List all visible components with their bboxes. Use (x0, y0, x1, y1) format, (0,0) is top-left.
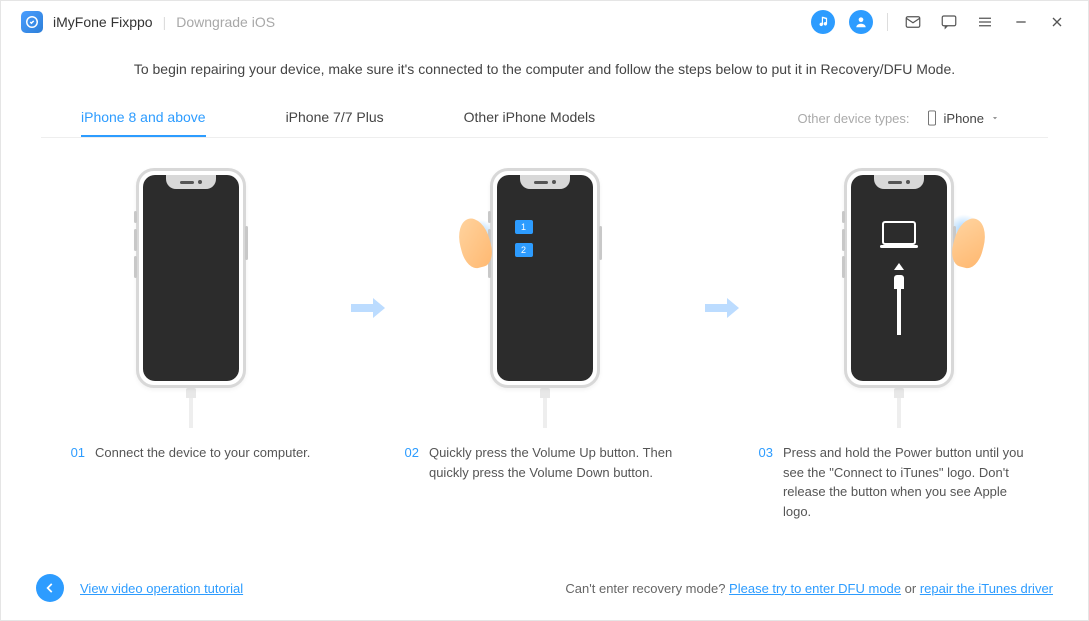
connect-itunes-icon (851, 175, 947, 381)
badge-2: 2 (515, 243, 533, 257)
help-text: Can't enter recovery mode? (565, 581, 729, 596)
mail-icon[interactable] (902, 11, 924, 33)
user-account-icon[interactable] (849, 10, 873, 34)
cable-icon (894, 388, 904, 428)
phone-illustration: 1 2 (490, 168, 600, 388)
arrow-right-icon (705, 298, 739, 318)
steps-container: 01 Connect the device to your computer. … (1, 138, 1088, 531)
chevron-down-icon (990, 113, 1000, 123)
app-name: iMyFone Fixppo (53, 14, 153, 30)
header-separator (887, 13, 888, 31)
step-number: 01 (71, 443, 85, 463)
menu-icon[interactable] (974, 11, 996, 33)
dfu-mode-link[interactable]: Please try to enter DFU mode (729, 581, 901, 596)
step-1: 01 Connect the device to your computer. (51, 168, 331, 463)
cable-icon (186, 388, 196, 428)
close-icon[interactable] (1046, 11, 1068, 33)
badge-1: 1 (515, 220, 533, 234)
video-tutorial-link[interactable]: View video operation tutorial (80, 581, 243, 596)
header-subtitle: Downgrade iOS (176, 14, 275, 30)
phone-illustration (844, 168, 954, 388)
instruction-text: To begin repairing your device, make sur… (1, 43, 1088, 99)
repair-driver-link[interactable]: repair the iTunes driver (920, 581, 1053, 596)
step-description: Connect the device to your computer. (95, 443, 310, 463)
cable-icon (540, 388, 550, 428)
phone-illustration (136, 168, 246, 388)
device-tabs: iPhone 8 and above iPhone 7/7 Plus Other… (41, 99, 1048, 138)
device-type-select[interactable]: iPhone (918, 106, 1008, 130)
feedback-icon[interactable] (938, 11, 960, 33)
phone-icon (926, 110, 938, 126)
step-2: 1 2 02 Quickly press the Volume Up butto… (405, 168, 685, 482)
app-logo-icon (21, 11, 43, 33)
back-button[interactable] (36, 574, 64, 602)
step-description: Quickly press the Volume Up button. Then… (429, 443, 685, 482)
arrow-right-icon (351, 298, 385, 318)
minimize-icon[interactable] (1010, 11, 1032, 33)
tab-iphone7[interactable]: iPhone 7/7 Plus (286, 99, 384, 137)
footer: View video operation tutorial Can't ente… (1, 556, 1088, 620)
step-3: 03 Press and hold the Power button until… (759, 168, 1039, 521)
tab-other-iphone[interactable]: Other iPhone Models (464, 99, 596, 137)
music-note-icon[interactable] (811, 10, 835, 34)
app-header: iMyFone Fixppo | Downgrade iOS (1, 1, 1088, 43)
step-number: 03 (759, 443, 773, 521)
step-number: 02 (405, 443, 419, 482)
header-divider: | (163, 14, 167, 30)
tab-iphone8-above[interactable]: iPhone 8 and above (81, 99, 206, 137)
step-description: Press and hold the Power button until yo… (783, 443, 1039, 521)
other-device-label: Other device types: (798, 111, 910, 126)
